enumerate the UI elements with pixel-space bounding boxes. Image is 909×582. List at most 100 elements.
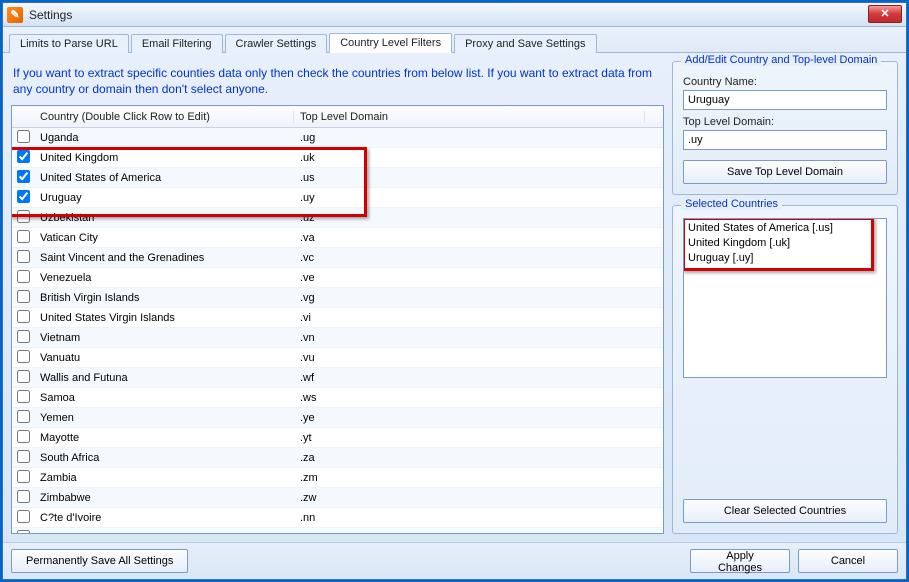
cell-country: United States of America — [34, 172, 294, 184]
table-row[interactable]: Saint Vincent and the Grenadines.vc — [12, 248, 663, 268]
row-checkbox[interactable] — [17, 370, 30, 383]
row-checkbox[interactable] — [17, 490, 30, 503]
apply-changes-button[interactable]: Apply Changes — [690, 549, 790, 573]
row-checkbox[interactable] — [17, 150, 30, 163]
row-checkbox[interactable] — [17, 130, 30, 143]
cell-domain: .ug — [294, 132, 663, 144]
tld-label: Top Level Domain: — [683, 116, 887, 128]
permanently-save-button[interactable]: Permanently Save All Settings — [11, 549, 188, 573]
instructions-text: If you want to extract specific counties… — [11, 61, 664, 105]
table-row[interactable]: United States Virgin Islands.vi — [12, 308, 663, 328]
table-row[interactable]: South Africa.za — [12, 448, 663, 468]
list-item[interactable]: Uruguay [.uy] — [688, 251, 868, 266]
cell-domain: .uk — [294, 152, 663, 164]
list-item[interactable]: United States of America [.us] — [688, 221, 868, 236]
grid-header-country[interactable]: Country (Double Click Row to Edit) — [34, 111, 294, 123]
cell-country: Cura?ao — [34, 532, 294, 533]
row-checkbox[interactable] — [17, 250, 30, 263]
table-row[interactable]: British Virgin Islands.vg — [12, 288, 663, 308]
table-row[interactable]: Samoa.ws — [12, 388, 663, 408]
row-checkbox[interactable] — [17, 470, 30, 483]
row-checkbox[interactable] — [17, 510, 30, 523]
cell-country: C?te d'Ivoire — [34, 512, 294, 524]
grid-header-domain[interactable]: Top Level Domain — [294, 111, 645, 123]
cell-country: Vanuatu — [34, 352, 294, 364]
left-pane: If you want to extract specific counties… — [11, 61, 664, 534]
row-checkbox[interactable] — [17, 530, 30, 533]
tab-bar: Limits to Parse URLEmail FilteringCrawle… — [3, 27, 906, 53]
selected-countries-title: Selected Countries — [681, 198, 782, 210]
table-row[interactable]: Venezuela.ve — [12, 268, 663, 288]
content-area: If you want to extract specific counties… — [3, 53, 906, 542]
add-edit-group: Add/Edit Country and Top-level Domain Co… — [672, 61, 898, 195]
cell-domain: .zm — [294, 472, 663, 484]
footer-bar: Permanently Save All Settings Apply Chan… — [3, 542, 906, 579]
row-checkbox[interactable] — [17, 190, 30, 203]
table-row[interactable]: United States of America.us — [12, 168, 663, 188]
cell-domain: .uz — [294, 212, 663, 224]
row-checkbox[interactable] — [17, 450, 30, 463]
cell-domain: .za — [294, 452, 663, 464]
app-icon: ✎ — [7, 7, 23, 23]
tab-country-level-filters[interactable]: Country Level Filters — [329, 33, 452, 53]
country-name-input[interactable] — [683, 90, 887, 110]
row-checkbox[interactable] — [17, 410, 30, 423]
cell-domain: .yt — [294, 432, 663, 444]
tab-proxy-and-save-settings[interactable]: Proxy and Save Settings — [454, 34, 596, 53]
table-row[interactable]: Uruguay.uy — [12, 188, 663, 208]
cell-domain: .ws — [294, 392, 663, 404]
cell-country: Uruguay — [34, 192, 294, 204]
table-row[interactable]: Zambia.zm — [12, 468, 663, 488]
row-checkbox[interactable] — [17, 430, 30, 443]
table-row[interactable]: Vatican City.va — [12, 228, 663, 248]
cell-country: United Kingdom — [34, 152, 294, 164]
cell-domain: .vi — [294, 312, 663, 324]
cell-country: Yemen — [34, 412, 294, 424]
close-button[interactable]: ✕ — [868, 5, 902, 23]
tab-limits-to-parse-url[interactable]: Limits to Parse URL — [9, 34, 129, 53]
row-checkbox[interactable] — [17, 310, 30, 323]
cell-country: Zambia — [34, 472, 294, 484]
table-row[interactable]: Vietnam.vn — [12, 328, 663, 348]
row-checkbox[interactable] — [17, 330, 30, 343]
row-checkbox[interactable] — [17, 270, 30, 283]
cell-domain: .vc — [294, 252, 663, 264]
table-row[interactable]: Wallis and Futuna.wf — [12, 368, 663, 388]
cell-country: Vatican City — [34, 232, 294, 244]
row-checkbox[interactable] — [17, 210, 30, 223]
cell-domain: .wf — [294, 372, 663, 384]
row-checkbox[interactable] — [17, 350, 30, 363]
grid-body[interactable]: Uganda.ugUnited Kingdom.ukUnited States … — [12, 128, 663, 533]
clear-selected-button[interactable]: Clear Selected Countries — [683, 499, 887, 523]
cell-country: Samoa — [34, 392, 294, 404]
save-tld-button[interactable]: Save Top Level Domain — [683, 160, 887, 184]
tab-email-filtering[interactable]: Email Filtering — [131, 34, 223, 53]
selected-countries-listbox[interactable]: United States of America [.us]United Kin… — [683, 218, 887, 378]
cancel-button[interactable]: Cancel — [798, 549, 898, 573]
row-checkbox[interactable] — [17, 170, 30, 183]
table-row[interactable]: Mayotte.yt — [12, 428, 663, 448]
selected-countries-group: Selected Countries United States of Amer… — [672, 205, 898, 534]
table-row[interactable]: Vanuatu.vu — [12, 348, 663, 368]
cell-domain: .uy — [294, 192, 663, 204]
cell-country: United States Virgin Islands — [34, 312, 294, 324]
tab-crawler-settings[interactable]: Crawler Settings — [225, 34, 328, 53]
table-row[interactable]: United Kingdom.uk — [12, 148, 663, 168]
table-row[interactable]: Uganda.ug — [12, 128, 663, 148]
cell-country: Vietnam — [34, 332, 294, 344]
table-row[interactable]: Zimbabwe.zw — [12, 488, 663, 508]
list-item[interactable]: United Kingdom [.uk] — [688, 236, 868, 251]
cell-domain: .us — [294, 172, 663, 184]
tld-input[interactable] — [683, 130, 887, 150]
table-row[interactable]: Yemen.ye — [12, 408, 663, 428]
row-checkbox[interactable] — [17, 390, 30, 403]
countries-grid: Country (Double Click Row to Edit) Top L… — [11, 105, 664, 534]
cell-country: Venezuela — [34, 272, 294, 284]
table-row[interactable]: Cura?ao.ddd — [12, 528, 663, 533]
table-row[interactable]: C?te d'Ivoire.nn — [12, 508, 663, 528]
table-row[interactable]: Uzbekistan.uz — [12, 208, 663, 228]
country-name-label: Country Name: — [683, 76, 887, 88]
cell-country: Wallis and Futuna — [34, 372, 294, 384]
row-checkbox[interactable] — [17, 230, 30, 243]
row-checkbox[interactable] — [17, 290, 30, 303]
